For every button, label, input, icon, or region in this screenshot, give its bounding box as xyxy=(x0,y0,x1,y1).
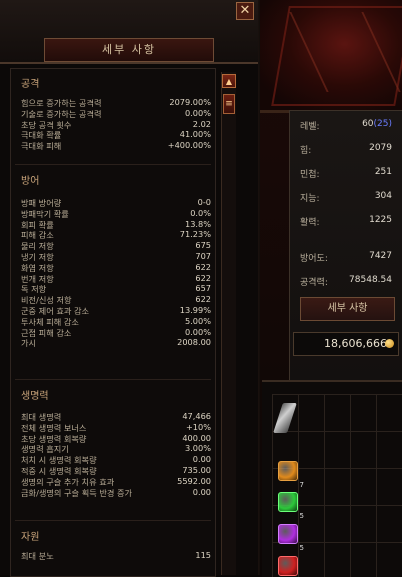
stat-row: 물리 저항 675 xyxy=(21,240,211,251)
stat-row: 번개 저항 622 xyxy=(21,273,211,284)
stats-list: 공격 힘으로 증가하는 공격력 2079.00% 기술로 증가하는 공격력 0.00% 초… xyxy=(10,68,216,577)
stat-dexterity: 민첩: 251 xyxy=(300,167,392,180)
stat-row: 생명력 흡지기 3.00% xyxy=(21,443,211,454)
stat-vitality: 활력: 1225 xyxy=(300,215,392,228)
stat-row: 비전/신성 저항 622 xyxy=(21,294,211,305)
stat-value: 707 xyxy=(195,251,211,261)
stat-value: 13.8% xyxy=(184,218,211,229)
stat-row: 적중 시 생명력 회복량 735.00 xyxy=(21,465,211,476)
stat-value: 0.00 xyxy=(192,486,211,497)
stat-armor: 방어도: 7427 xyxy=(300,251,392,264)
stat-intelligence: 지능: 304 xyxy=(300,191,392,204)
stat-value: 13.99% xyxy=(179,305,211,315)
stat-row: 금화/생명의 구슬 획득 반경 증가 0.00 xyxy=(21,487,211,498)
stat-row: 근접 피해 감소 0.00% xyxy=(21,327,211,338)
stat-row: 회피 확률 13.8% xyxy=(21,219,211,230)
stat-row: 피해 감소 71.23% xyxy=(21,229,211,240)
stat-value: 115 xyxy=(195,550,211,560)
stat-row: 극대화 피해 +400.00% xyxy=(21,140,211,151)
stat-row: 기술로 증가하는 공격력 0.00% xyxy=(21,108,211,119)
stat-damage: 공격력: 78548.54 xyxy=(300,275,392,288)
stat-value: 71.23% xyxy=(179,229,211,240)
section-divider xyxy=(15,379,211,380)
stat-value: +400.00% xyxy=(167,140,211,151)
stat-row: 최대 생명력 47,466 xyxy=(21,411,211,422)
stat-row: 생명의 구슬 추가 치유 효과 5592.00 xyxy=(21,476,211,487)
section-title: 방어 xyxy=(21,176,40,187)
section-title: 생명력 xyxy=(21,391,49,402)
gothic-ornament xyxy=(258,0,402,113)
stat-label: 금화/생명의 구슬 획득 반경 증가 xyxy=(21,487,133,498)
green-gem-icon[interactable]: 5 xyxy=(278,492,304,520)
stat-row: 투사체 피해 감소 5.00% xyxy=(21,316,211,327)
stat-row: 초당 생명력 회복량 400.00 xyxy=(21,433,211,444)
details-panel: 세부 사항 ✕ 공격힘으로 증가하는 공격력 2079.00% 기술로 증가하는 공… xyxy=(0,0,258,577)
stat-value: 2008.00 xyxy=(177,337,211,348)
character-stats-card: 레벨: 60(25) 힘: 2079 민첩: 251 지능: 304 활력: 1… xyxy=(289,110,402,422)
stat-row: 냉기 저항 707 xyxy=(21,251,211,262)
level-value: 60(25) xyxy=(362,119,392,129)
stat-value: 2.02 xyxy=(192,118,211,129)
stat-value: 5592.00 xyxy=(177,475,211,486)
stat-value: 622 xyxy=(195,261,211,272)
scroll-thumb[interactable]: ≡ xyxy=(223,94,235,114)
stat-value: 3.00% xyxy=(184,443,211,454)
gold-amount: 18,606,666 xyxy=(324,337,387,350)
orange-gem-icon[interactable]: 7 xyxy=(278,461,304,489)
level-label: 레벨: xyxy=(300,122,320,132)
stat-value: 735.00 xyxy=(182,465,211,475)
stat-row: 가시 2008.00 xyxy=(21,337,211,348)
section-divider xyxy=(15,520,211,521)
stat-label: 가시 xyxy=(21,338,37,349)
stat-row: 화염 저항 622 xyxy=(21,262,211,273)
stat-value: 47,466 xyxy=(182,411,211,421)
close-button[interactable]: ✕ xyxy=(236,2,254,20)
stat-value: 0-0 xyxy=(197,197,211,207)
stat-row: 처치 시 생명력 회복량 0.00 xyxy=(21,454,211,465)
section-divider xyxy=(15,164,211,165)
stat-value: 0.00% xyxy=(184,107,211,118)
purple-gem-icon[interactable]: 5 xyxy=(278,524,304,552)
stat-row: 극대화 확률 41.00% xyxy=(21,129,211,140)
scroll-up-button[interactable]: ▲ xyxy=(222,74,236,88)
red-gem-icon[interactable] xyxy=(278,556,298,576)
stat-row: 방패막기 확률 0.0% xyxy=(21,208,211,219)
inventory-grid xyxy=(272,394,402,577)
stat-value: 622 xyxy=(195,294,211,305)
stat-value: 2079.00% xyxy=(169,97,211,107)
stat-row: 초당 공격 횟수 2.02 xyxy=(21,119,211,130)
stat-row: 전체 생명력 보너스 +10% xyxy=(21,422,211,433)
stat-strength: 힘: 2079 xyxy=(300,143,392,156)
stat-value: 0.00 xyxy=(192,454,211,465)
section-title: 자원 xyxy=(21,532,40,543)
panel-header: 세부 사항 xyxy=(0,0,258,64)
stat-label: 극대화 피해 xyxy=(21,141,62,152)
stat-value: +10% xyxy=(185,421,211,432)
paragon-level: (25) xyxy=(373,119,392,129)
stat-value: 41.00% xyxy=(179,129,211,140)
stat-row: 최대 분노 115 xyxy=(21,550,211,561)
scrollbar[interactable]: ▲ ≡ xyxy=(221,72,236,575)
gold-coin-icon xyxy=(385,339,394,348)
section-title: 공격 xyxy=(21,79,40,90)
stat-label: 최대 분노 xyxy=(21,551,54,561)
stat-row: 군중 제어 효과 감소 13.99% xyxy=(21,305,211,316)
gold-display: 18,606,666 xyxy=(293,332,399,356)
stat-value: 400.00 xyxy=(182,432,211,443)
panel-title: 세부 사항 xyxy=(44,38,214,62)
stat-value: 5.00% xyxy=(184,315,211,326)
level-row: 레벨: 60(25) xyxy=(300,119,392,133)
stat-value: 675 xyxy=(195,240,211,251)
stat-row: 독 저항 657 xyxy=(21,283,211,294)
stat-value: 657 xyxy=(195,283,211,294)
stat-value: 0.0% xyxy=(190,207,211,218)
stat-value: 622 xyxy=(195,272,211,283)
details-button[interactable]: 세부 사항 xyxy=(300,297,395,321)
stat-row: 방패 방어량 0-0 xyxy=(21,197,211,208)
stat-row: 힘으로 증가하는 공격력 2079.00% xyxy=(21,97,211,108)
stat-value: 0.00% xyxy=(184,326,211,337)
